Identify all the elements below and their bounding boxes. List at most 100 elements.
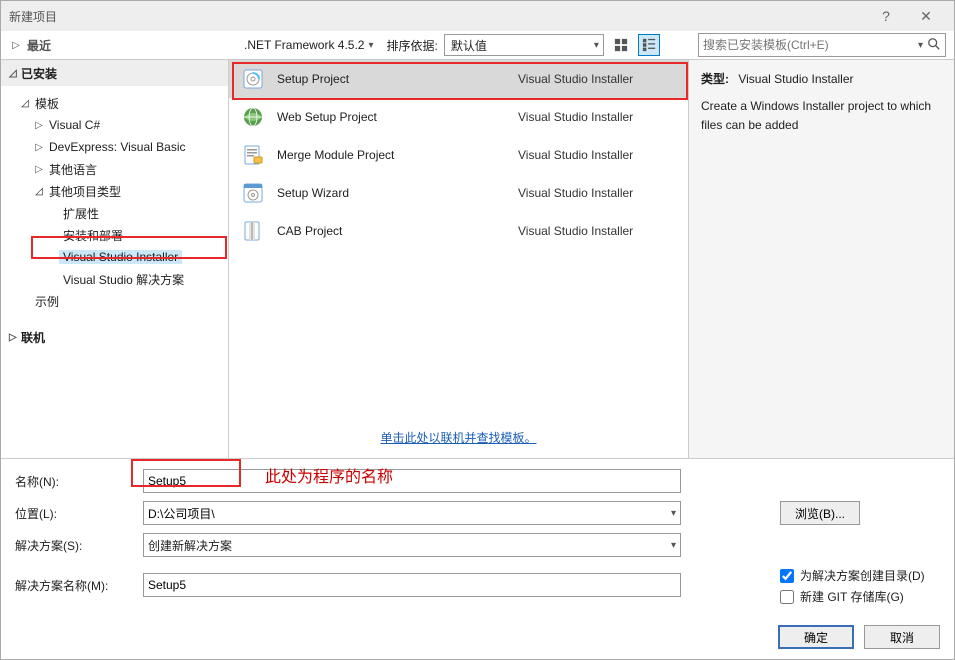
description-text: Create a Windows Installer project to wh… xyxy=(701,97,942,135)
browse-button[interactable]: 浏览(B)... xyxy=(780,501,860,525)
installed-section-header[interactable]: ◿ 已安装 xyxy=(1,60,228,86)
close-button[interactable]: ✕ xyxy=(906,1,946,31)
expander-icon: ▷ xyxy=(33,120,45,131)
solution-label: 解决方案(S): xyxy=(15,537,135,554)
sidebar: ◿ 已安装 ◿ 模板 ▷ Visual C# ▷ DevExpress: Vis… xyxy=(1,60,229,458)
online-section-header[interactable]: ▷ 联机 xyxy=(1,324,228,350)
search-caret-icon[interactable]: ▾ xyxy=(918,40,923,51)
titlebar: 新建项目 ? ✕ xyxy=(1,1,954,31)
expander-icon: ▷ xyxy=(9,332,21,343)
framework-combo[interactable]: .NET Framework 4.5.2 ▾ xyxy=(237,35,381,55)
template-row[interactable]: Web Setup Project Visual Studio Installe… xyxy=(229,98,688,136)
tree-item-templates[interactable]: ◿ 模板 xyxy=(5,92,228,114)
name-label: 名称(N): xyxy=(15,473,135,490)
tree-label: DevExpress: Visual Basic xyxy=(45,140,190,154)
framework-value: .NET Framework 4.5.2 xyxy=(244,38,364,52)
cab-project-icon xyxy=(239,217,267,245)
search-input[interactable] xyxy=(703,38,914,52)
nav-back-button[interactable]: ▷ xyxy=(9,38,23,52)
tree-item-other-lang[interactable]: ▷ 其他语言 xyxy=(5,158,228,180)
template-category: Visual Studio Installer xyxy=(518,110,678,124)
tree-label: 扩展性 xyxy=(59,205,103,222)
create-git-label: 新建 GIT 存储库(G) xyxy=(800,588,904,605)
template-area: Setup Project Visual Studio Installer We… xyxy=(229,60,689,458)
form-area: 此处为程序的名称 名称(N): 位置(L): ▾ 浏览(B)... 解决方案(S… xyxy=(1,459,954,615)
caret-down-icon: ▾ xyxy=(594,40,599,51)
setup-wizard-icon xyxy=(239,179,267,207)
template-name: Setup Project xyxy=(277,72,508,86)
installed-label: 已安装 xyxy=(21,65,57,82)
sort-combo[interactable]: 默认值 ▾ xyxy=(444,34,604,56)
tree-subitem-vs-installer[interactable]: Visual Studio Installer xyxy=(5,246,228,268)
create-directory-label: 为解决方案创建目录(D) xyxy=(800,567,925,584)
expander-icon: ▷ xyxy=(33,142,45,153)
tree-subitem-extensibility[interactable]: 扩展性 xyxy=(5,202,228,224)
merge-module-icon xyxy=(239,141,267,169)
sort-by-label: 排序依据: xyxy=(387,37,438,54)
toolbar: ▷ 最近 .NET Framework 4.5.2 ▾ 排序依据: 默认值 ▾ xyxy=(1,31,954,59)
view-medium-icons-button[interactable] xyxy=(610,34,632,56)
sort-value: 默认值 xyxy=(451,37,487,54)
template-name: Setup Wizard xyxy=(277,186,508,200)
tree-subitem-deployment[interactable]: 安装和部署 xyxy=(5,224,228,246)
location-input-wrap[interactable]: ▾ xyxy=(143,501,681,525)
create-git-checkbox[interactable]: 新建 GIT 存储库(G) xyxy=(780,588,940,605)
solution-caret-icon[interactable]: ▾ xyxy=(671,540,676,551)
template-name: CAB Project xyxy=(277,224,508,238)
tree-label: Visual C# xyxy=(45,118,104,132)
solution-combo[interactable]: 创建新解决方案 ▾ xyxy=(143,533,681,557)
solution-name-input-wrap[interactable] xyxy=(143,573,681,597)
online-templates-link[interactable]: 单击此处以联机并查找模板。 xyxy=(380,431,536,445)
tree-item-devexpress[interactable]: ▷ DevExpress: Visual Basic xyxy=(5,136,228,158)
template-row[interactable]: CAB Project Visual Studio Installer xyxy=(229,212,688,250)
location-input[interactable] xyxy=(148,506,671,520)
template-category: Visual Studio Installer xyxy=(518,148,678,162)
tree-label: 其他语言 xyxy=(45,161,101,178)
location-history-caret-icon[interactable]: ▾ xyxy=(671,508,676,519)
template-category: Visual Studio Installer xyxy=(518,186,678,200)
expander-icon: ◿ xyxy=(33,186,45,197)
recent-label[interactable]: 最近 xyxy=(27,37,51,54)
help-button[interactable]: ? xyxy=(866,1,906,31)
name-input[interactable] xyxy=(148,474,676,488)
create-directory-checkbox[interactable]: 为解决方案创建目录(D) xyxy=(780,567,940,584)
template-list: Setup Project Visual Studio Installer We… xyxy=(229,60,688,421)
solution-name-input[interactable] xyxy=(148,578,676,592)
template-row[interactable]: Merge Module Project Visual Studio Insta… xyxy=(229,136,688,174)
tree-item-other-project-types[interactable]: ◿ 其他项目类型 xyxy=(5,180,228,202)
expander-icon: ▷ xyxy=(33,164,45,175)
tree-label: Visual Studio 解决方案 xyxy=(59,271,188,288)
description-panel: 类型: Visual Studio Installer Create a Win… xyxy=(689,60,954,458)
solution-value: 创建新解决方案 xyxy=(148,537,671,554)
tree-subitem-vs-solution[interactable]: Visual Studio 解决方案 xyxy=(5,268,228,290)
template-category: Visual Studio Installer xyxy=(518,224,678,238)
template-row[interactable]: Setup Project Visual Studio Installer xyxy=(229,60,688,98)
create-git-checkbox-input[interactable] xyxy=(780,590,794,604)
body-region: ◿ 已安装 ◿ 模板 ▷ Visual C# ▷ DevExpress: Vis… xyxy=(1,59,954,459)
tree-label: 示例 xyxy=(31,293,63,310)
category-tree: ◿ 模板 ▷ Visual C# ▷ DevExpress: Visual Ba… xyxy=(1,86,228,318)
annotation-text: 此处为程序的名称 xyxy=(265,463,393,487)
expander-icon: ◿ xyxy=(19,98,31,109)
template-name: Merge Module Project xyxy=(277,148,508,162)
expander-icon: ◿ xyxy=(9,68,21,79)
tree-label: Visual Studio Installer xyxy=(59,250,182,264)
ok-button[interactable]: 确定 xyxy=(778,625,854,649)
type-label: 类型: xyxy=(701,72,729,86)
tree-item-csharp[interactable]: ▷ Visual C# xyxy=(5,114,228,136)
view-small-icons-button[interactable] xyxy=(638,34,660,56)
setup-project-icon xyxy=(239,65,267,93)
search-icon[interactable] xyxy=(927,37,941,54)
tree-label: 安装和部署 xyxy=(59,227,127,244)
create-directory-checkbox-input[interactable] xyxy=(780,569,794,583)
cancel-button[interactable]: 取消 xyxy=(864,625,940,649)
dialog-buttons: 确定 取消 xyxy=(1,615,954,659)
name-input-wrap[interactable] xyxy=(143,469,681,493)
online-label: 联机 xyxy=(21,329,45,346)
type-value: Visual Studio Installer xyxy=(738,72,853,86)
template-row[interactable]: Setup Wizard Visual Studio Installer xyxy=(229,174,688,212)
tree-item-samples[interactable]: 示例 xyxy=(5,290,228,312)
search-input-wrapper[interactable]: ▾ xyxy=(698,33,946,57)
tree-label: 其他项目类型 xyxy=(45,183,125,200)
template-category: Visual Studio Installer xyxy=(518,72,678,86)
